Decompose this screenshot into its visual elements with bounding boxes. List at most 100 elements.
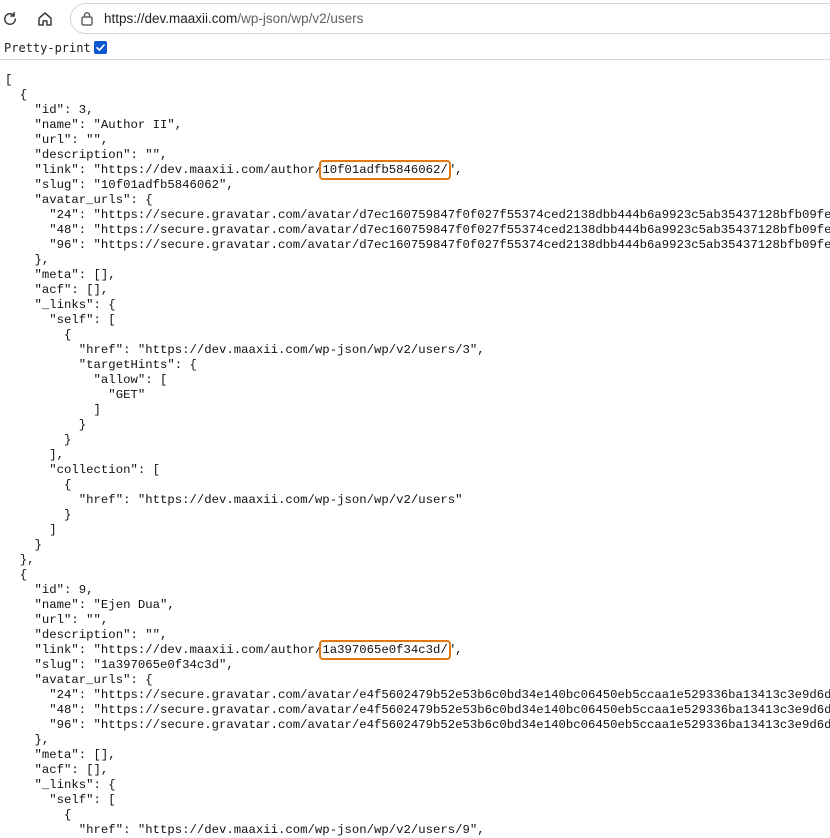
json-line-text: } (5, 418, 87, 432)
json-line: "self": [ (5, 793, 830, 808)
json-line-suffix: ", (447, 163, 463, 177)
json-line: "href": "https://dev.maaxii.com/wp-json/… (5, 823, 830, 838)
json-line-text: }, (5, 553, 35, 567)
pretty-print-bar: Pretty-print (0, 37, 830, 60)
json-line: "avatar_urls": { (5, 193, 830, 208)
json-line-suffix: ", (447, 643, 463, 657)
json-line: "link": "https://dev.maaxii.com/author/1… (5, 160, 830, 180)
json-line: "acf": [], (5, 763, 830, 778)
json-line-text: { (5, 88, 28, 102)
json-line: "24": "https://secure.gravatar.com/avata… (5, 688, 830, 703)
json-line: ], (5, 448, 830, 463)
json-line-text: "meta": [], (5, 748, 116, 762)
json-line-text: "48": "https://secure.gravatar.com/avata… (5, 223, 830, 237)
json-line-text: "avatar_urls": { (5, 673, 153, 687)
json-line: "link": "https://dev.maaxii.com/author/1… (5, 640, 830, 660)
json-line: "avatar_urls": { (5, 673, 830, 688)
json-line: "self": [ (5, 313, 830, 328)
json-line-text: "id": 9, (5, 583, 94, 597)
reload-button[interactable] (0, 7, 22, 31)
json-line-text: "url": "", (5, 613, 109, 627)
json-line-text: "link": "https://dev.maaxii.com/author/ (5, 643, 323, 657)
url-host: https://dev.maaxii.com (104, 11, 238, 26)
json-line-text: "id": 3, (5, 103, 94, 117)
json-line-text: }, (5, 253, 50, 267)
json-line-text: "slug": "10f01adfb5846062", (5, 178, 234, 192)
json-line-text: "96": "https://secure.gravatar.com/avata… (5, 718, 830, 732)
json-line-text: "GET" (5, 388, 146, 402)
json-line-text: "_links": { (5, 298, 116, 312)
highlighted-author-slug: 1a397065e0f34c3d/ (319, 640, 451, 660)
json-line: "href": "https://dev.maaxii.com/wp-json/… (5, 343, 830, 358)
json-line: ] (5, 403, 830, 418)
json-line: }, (5, 553, 830, 568)
json-line-text: ] (5, 403, 101, 417)
json-line-text: [ (5, 73, 13, 87)
json-line-text: "acf": [], (5, 763, 109, 777)
json-line-text: "24": "https://secure.gravatar.com/avata… (5, 688, 830, 702)
address-bar[interactable]: https://dev.maaxii.com/wp-json/wp/v2/use… (70, 3, 830, 34)
json-line: "id": 3, (5, 103, 830, 118)
json-line: } (5, 433, 830, 448)
json-line-text: "avatar_urls": { (5, 193, 153, 207)
json-line: { (5, 568, 830, 583)
json-line-text: "targetHints": { (5, 358, 197, 372)
json-line: "24": "https://secure.gravatar.com/avata… (5, 208, 830, 223)
json-line: "96": "https://secure.gravatar.com/avata… (5, 238, 830, 253)
json-line: "targetHints": { (5, 358, 830, 373)
json-line: "slug": "10f01adfb5846062", (5, 178, 830, 193)
json-line: "url": "", (5, 133, 830, 148)
json-line-text: }, (5, 733, 50, 747)
json-line-text: ], (5, 448, 65, 462)
json-line-text: "meta": [], (5, 268, 116, 282)
json-line-text: "href": "https://dev.maaxii.com/wp-json/… (5, 823, 485, 837)
json-line-text: "slug": "1a397065e0f34c3d", (5, 658, 234, 672)
json-line-text: "48": "https://secure.gravatar.com/avata… (5, 703, 830, 717)
json-line-text: "acf": [], (5, 283, 109, 297)
highlighted-author-slug: 10f01adfb5846062/ (319, 160, 451, 180)
json-line-text: "_links": { (5, 778, 116, 792)
json-line-text: "href": "https://dev.maaxii.com/wp-json/… (5, 343, 485, 357)
json-line: { (5, 808, 830, 823)
url-text[interactable]: https://dev.maaxii.com/wp-json/wp/v2/use… (104, 11, 363, 26)
json-line-text: "24": "https://secure.gravatar.com/avata… (5, 208, 830, 222)
json-line-text: } (5, 508, 72, 522)
json-line: "description": "", (5, 628, 830, 643)
json-line: "acf": [], (5, 283, 830, 298)
json-line: "description": "", (5, 148, 830, 163)
json-line-text: "collection": [ (5, 463, 160, 477)
json-line: "96": "https://secure.gravatar.com/avata… (5, 718, 830, 733)
json-line-text: "link": "https://dev.maaxii.com/author/ (5, 163, 323, 177)
json-line: "48": "https://secure.gravatar.com/avata… (5, 223, 830, 238)
json-line: "meta": [], (5, 748, 830, 763)
home-button[interactable] (33, 7, 57, 31)
reload-icon (4, 11, 16, 25)
json-line: "id": 9, (5, 583, 830, 598)
json-line: "allow": [ (5, 373, 830, 388)
json-line: "href": "https://dev.maaxii.com/wp-json/… (5, 493, 830, 508)
json-line: } (5, 418, 830, 433)
json-line-text: "href": "https://dev.maaxii.com/wp-json/… (5, 493, 463, 507)
json-line: { (5, 478, 830, 493)
json-line-text: { (5, 808, 72, 822)
site-info-icon[interactable] (80, 11, 94, 26)
json-line-text: { (5, 328, 72, 342)
json-line-text: { (5, 478, 72, 492)
json-line: "meta": [], (5, 268, 830, 283)
json-line: }, (5, 253, 830, 268)
json-line: "_links": { (5, 298, 830, 313)
json-line-text: } (5, 538, 42, 552)
url-path: /wp-json/wp/v2/users (237, 11, 364, 26)
browser-toolbar: https://dev.maaxii.com/wp-json/wp/v2/use… (0, 0, 830, 37)
json-line-text: "allow": [ (5, 373, 168, 387)
json-line-text: "96": "https://secure.gravatar.com/avata… (5, 238, 830, 252)
json-line: "name": "Author II", (5, 118, 830, 133)
json-line: "collection": [ (5, 463, 830, 478)
json-line: "_links": { (5, 778, 830, 793)
json-line-text: ] (5, 523, 57, 537)
json-line-text: "name": "Author II", (5, 118, 183, 132)
pretty-print-checkbox[interactable] (94, 41, 107, 54)
json-line: "name": "Ejen Dua", (5, 598, 830, 613)
json-line-text: "description": "", (5, 148, 168, 162)
json-line: }, (5, 733, 830, 748)
